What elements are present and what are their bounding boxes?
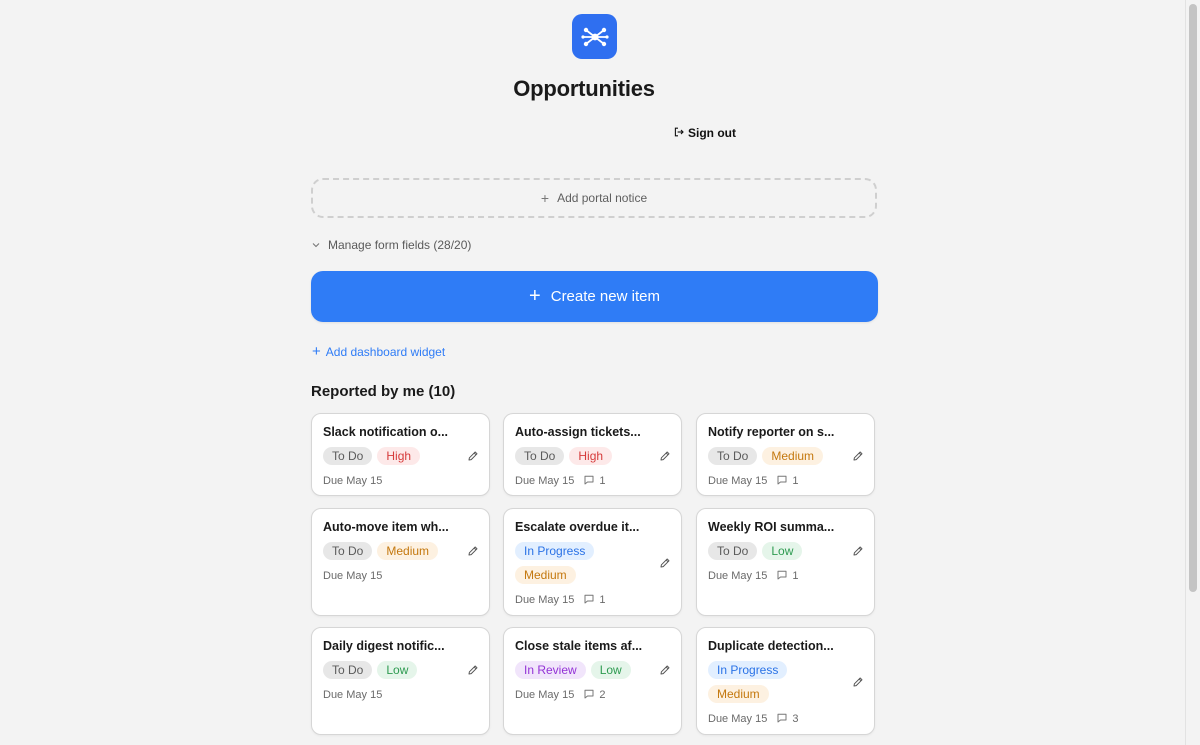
- pencil-icon[interactable]: [466, 663, 480, 677]
- priority-badge: Low: [762, 542, 803, 560]
- chevron-down-icon: [312, 238, 320, 252]
- due-date: Due May 15: [323, 689, 383, 701]
- item-card[interactable]: Close stale items af... In Review Low Du…: [503, 627, 682, 735]
- create-new-item-button[interactable]: + Create new item: [311, 271, 878, 322]
- page-title: Opportunities: [513, 76, 655, 101]
- section-title: Reported by me (10): [311, 383, 456, 400]
- priority-badge: Medium: [377, 542, 439, 560]
- due-date: Due May 15: [708, 713, 768, 725]
- sign-out-label: Sign out: [688, 126, 736, 140]
- status-badge: In Progress: [708, 661, 788, 679]
- manage-form-fields-toggle[interactable]: Manage form fields (28/20): [312, 237, 471, 253]
- pencil-icon[interactable]: [466, 449, 480, 463]
- pencil-icon[interactable]: [851, 449, 865, 463]
- comment-count: 1: [599, 594, 606, 606]
- due-date: Due May 15: [708, 570, 768, 582]
- comment-icon: [584, 594, 594, 607]
- card-title: Auto-assign tickets...: [515, 425, 641, 439]
- card-title: Close stale items af...: [515, 639, 643, 653]
- add-portal-notice-button[interactable]: + Add portal notice: [311, 178, 877, 218]
- card-title: Duplicate detection...: [708, 639, 834, 653]
- add-dashboard-widget-label: Add dashboard widget: [325, 345, 446, 359]
- status-badge: To Do: [323, 661, 373, 679]
- status-badge: To Do: [323, 542, 373, 560]
- due-date: Due May 15: [708, 475, 768, 487]
- scrollbar-thumb[interactable]: [1189, 4, 1197, 592]
- pencil-icon[interactable]: [851, 675, 865, 689]
- add-dashboard-widget-button[interactable]: + Add dashboard widget: [312, 344, 445, 360]
- due-date: Due May 15: [515, 594, 575, 606]
- status-badge: To Do: [323, 447, 373, 465]
- comment-icon: [777, 570, 787, 583]
- priority-badge: Medium: [515, 566, 576, 584]
- item-card[interactable]: Auto-assign tickets... To Do High Due Ma…: [503, 413, 682, 496]
- add-portal-notice-label: Add portal notice: [557, 191, 648, 205]
- status-badge: To Do: [708, 447, 758, 465]
- priority-badge: Medium: [708, 685, 769, 703]
- pencil-icon[interactable]: [658, 449, 672, 463]
- priority-badge: High: [569, 447, 613, 465]
- item-card[interactable]: Auto-move item wh... To Do Medium Due Ma…: [311, 508, 490, 616]
- due-date: Due May 15: [323, 570, 383, 582]
- item-card[interactable]: Slack notification o... To Do High Due M…: [311, 413, 490, 496]
- card-title: Escalate overdue it...: [515, 520, 640, 534]
- comment-icon: [584, 689, 594, 702]
- status-badge: To Do: [708, 542, 758, 560]
- status-badge: To Do: [515, 447, 565, 465]
- card-title: Weekly ROI summa...: [708, 520, 835, 534]
- plus-icon: +: [540, 190, 550, 206]
- item-card[interactable]: Weekly ROI summa... To Do Low Due May 15…: [696, 508, 875, 616]
- item-card[interactable]: Notify reporter on s... To Do Medium Due…: [696, 413, 875, 496]
- comment-count: 2: [599, 689, 606, 701]
- card-title: Slack notification o...: [323, 425, 449, 439]
- item-card[interactable]: Duplicate detection... In Progress Mediu…: [696, 627, 875, 735]
- due-date: Due May 15: [323, 475, 383, 487]
- status-badge: In Progress: [515, 542, 595, 560]
- manage-form-fields-label: Manage form fields (28/20): [328, 238, 472, 252]
- sign-out-icon: [674, 126, 684, 140]
- priority-badge: Low: [377, 661, 418, 679]
- network-nodes-icon: [572, 14, 617, 59]
- pencil-icon[interactable]: [658, 663, 672, 677]
- due-date: Due May 15: [515, 475, 575, 487]
- comment-count: 1: [792, 475, 799, 487]
- pencil-icon[interactable]: [466, 544, 480, 558]
- item-card[interactable]: Escalate overdue it... In Progress Mediu…: [503, 508, 682, 616]
- priority-badge: Medium: [762, 447, 824, 465]
- card-title: Auto-move item wh...: [323, 520, 449, 534]
- plus-icon: +: [529, 284, 541, 307]
- status-badge: In Review: [515, 661, 586, 679]
- priority-badge: Low: [590, 661, 631, 679]
- comment-icon: [777, 713, 787, 726]
- scrollbar-track[interactable]: [1185, 0, 1200, 745]
- comment-count: 1: [599, 475, 606, 487]
- comment-icon: [584, 475, 594, 488]
- sign-out-button[interactable]: Sign out: [674, 125, 736, 141]
- due-date: Due May 15: [515, 689, 575, 701]
- priority-badge: High: [377, 447, 421, 465]
- create-new-item-label: Create new item: [550, 288, 660, 305]
- comment-count: 3: [792, 713, 799, 725]
- card-title: Notify reporter on s...: [708, 425, 835, 439]
- card-title: Daily digest notific...: [323, 639, 445, 653]
- comment-icon: [777, 475, 787, 488]
- plus-icon: +: [312, 343, 321, 360]
- pencil-icon[interactable]: [851, 544, 865, 558]
- pencil-icon[interactable]: [658, 556, 672, 570]
- item-card[interactable]: Daily digest notific... To Do Low Due Ma…: [311, 627, 490, 735]
- comment-count: 1: [792, 570, 799, 582]
